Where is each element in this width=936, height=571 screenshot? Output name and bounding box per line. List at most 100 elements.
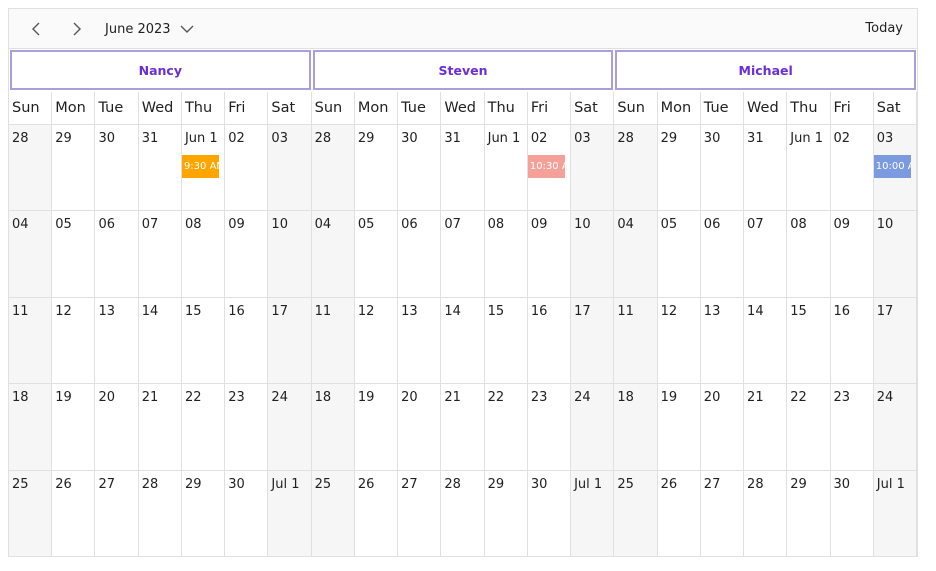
day-cell[interactable]: 28 [441,470,485,557]
day-cell[interactable]: 08 [787,211,831,298]
day-cell[interactable]: 11 [9,297,53,385]
resource-header-nancy[interactable]: Nancy [10,50,311,90]
next-button[interactable] [64,17,88,41]
day-cell[interactable]: 12 [657,297,701,385]
day-cell[interactable]: 20 [700,384,745,471]
day-cell[interactable]: 11 [614,297,658,385]
resource-header-michael[interactable]: Michael [615,50,916,90]
appointment[interactable]: 10:00 AM [873,155,911,178]
day-cell[interactable]: 15 [787,297,831,385]
appointment[interactable]: 10:30 AM [527,155,566,178]
day-cell[interactable]: Jun 1 [787,125,831,212]
day-cell[interactable]: 13 [398,297,442,385]
day-cell[interactable]: 19 [657,384,701,471]
day-cell[interactable]: 26 [657,470,701,557]
day-cell[interactable]: 23 [830,384,874,471]
day-cell[interactable]: 09 [527,211,572,298]
day-cell[interactable]: 15 [484,297,528,385]
day-cell[interactable]: 26 [354,470,399,557]
date-range-selector[interactable]: June 2023 [105,18,195,40]
day-cell[interactable]: 25 [311,470,355,557]
day-cell[interactable]: 18 [311,384,355,471]
day-cell[interactable]: 18 [614,384,658,471]
day-cell[interactable]: 08 [181,211,226,298]
day-cell[interactable]: 21 [138,384,182,471]
day-cell[interactable]: 07 [744,211,788,298]
day-cell[interactable]: 22 [787,384,831,471]
day-cell[interactable]: 30 [225,470,269,557]
day-cell[interactable]: 22 [484,384,528,471]
day-cell[interactable]: 28 [311,125,355,212]
day-cell[interactable]: 12 [354,297,399,385]
day-cell[interactable]: 29 [181,470,226,557]
day-cell[interactable]: 22 [181,384,226,471]
day-cell[interactable]: 14 [744,297,788,385]
day-cell[interactable]: 28 [744,470,788,557]
day-cell[interactable]: 13 [95,297,139,385]
day-cell[interactable]: 14 [441,297,485,385]
day-cell[interactable]: 03 [268,125,312,212]
day-cell[interactable]: 12 [52,297,96,385]
day-cell[interactable]: 06 [398,211,442,298]
day-cell[interactable]: 11 [311,297,355,385]
day-cell[interactable]: 07 [441,211,485,298]
day-cell[interactable]: 16 [225,297,269,385]
day-cell[interactable]: 30 [95,125,139,212]
day-cell[interactable]: 20 [95,384,139,471]
day-cell[interactable]: 20 [398,384,442,471]
day-cell[interactable]: 10 [268,211,312,298]
day-cell[interactable]: 27 [95,470,139,557]
day-cell[interactable]: 14 [138,297,182,385]
day-cell[interactable]: 09 [830,211,874,298]
day-cell[interactable]: 21 [441,384,485,471]
day-cell[interactable]: 07 [138,211,182,298]
day-cell[interactable]: 18 [9,384,53,471]
day-cell[interactable]: 02 [225,125,269,212]
day-cell[interactable]: 06 [95,211,139,298]
day-cell[interactable]: 05 [657,211,701,298]
appointment[interactable]: 9:30 AM [181,155,220,178]
day-cell[interactable]: Jul 1 [873,470,917,557]
day-cell[interactable]: 04 [614,211,658,298]
day-cell[interactable]: 05 [354,211,399,298]
day-cell[interactable]: 04 [311,211,355,298]
day-cell[interactable]: 25 [614,470,658,557]
day-cell[interactable]: 06 [700,211,745,298]
day-cell[interactable]: 30 [700,125,745,212]
day-cell[interactable]: 30 [398,125,442,212]
day-cell[interactable]: 15 [181,297,226,385]
day-cell[interactable]: 17 [571,297,615,385]
day-cell[interactable]: 29 [657,125,701,212]
day-cell[interactable]: 19 [354,384,399,471]
day-cell[interactable]: Jun 1 [484,125,528,212]
today-button[interactable]: Today [865,18,903,40]
day-cell[interactable]: 13 [700,297,745,385]
day-cell[interactable]: 30 [830,470,874,557]
day-cell[interactable]: 29 [787,470,831,557]
day-cell[interactable]: 24 [571,384,615,471]
day-cell[interactable]: Jul 1 [571,470,615,557]
day-cell[interactable]: 04 [9,211,53,298]
day-cell[interactable]: 05 [52,211,96,298]
day-cell[interactable]: 03 [571,125,615,212]
day-cell[interactable]: 31 [744,125,788,212]
day-cell[interactable]: 27 [700,470,745,557]
day-cell[interactable]: 21 [744,384,788,471]
day-cell[interactable]: 24 [268,384,312,471]
day-cell[interactable]: 19 [52,384,96,471]
day-cell[interactable]: 17 [268,297,312,385]
day-cell[interactable]: 10 [873,211,917,298]
day-cell[interactable]: 23 [225,384,269,471]
day-cell[interactable]: 31 [138,125,182,212]
day-cell[interactable]: 02 [830,125,874,212]
day-cell[interactable]: 26 [52,470,96,557]
day-cell[interactable]: 24 [873,384,917,471]
day-cell[interactable]: 31 [441,125,485,212]
day-cell[interactable]: 29 [484,470,528,557]
day-cell[interactable]: 09 [225,211,269,298]
day-cell[interactable]: 16 [830,297,874,385]
day-cell[interactable]: 28 [614,125,658,212]
day-cell[interactable]: 28 [138,470,182,557]
day-cell[interactable]: 17 [873,297,917,385]
day-cell[interactable]: 29 [354,125,399,212]
